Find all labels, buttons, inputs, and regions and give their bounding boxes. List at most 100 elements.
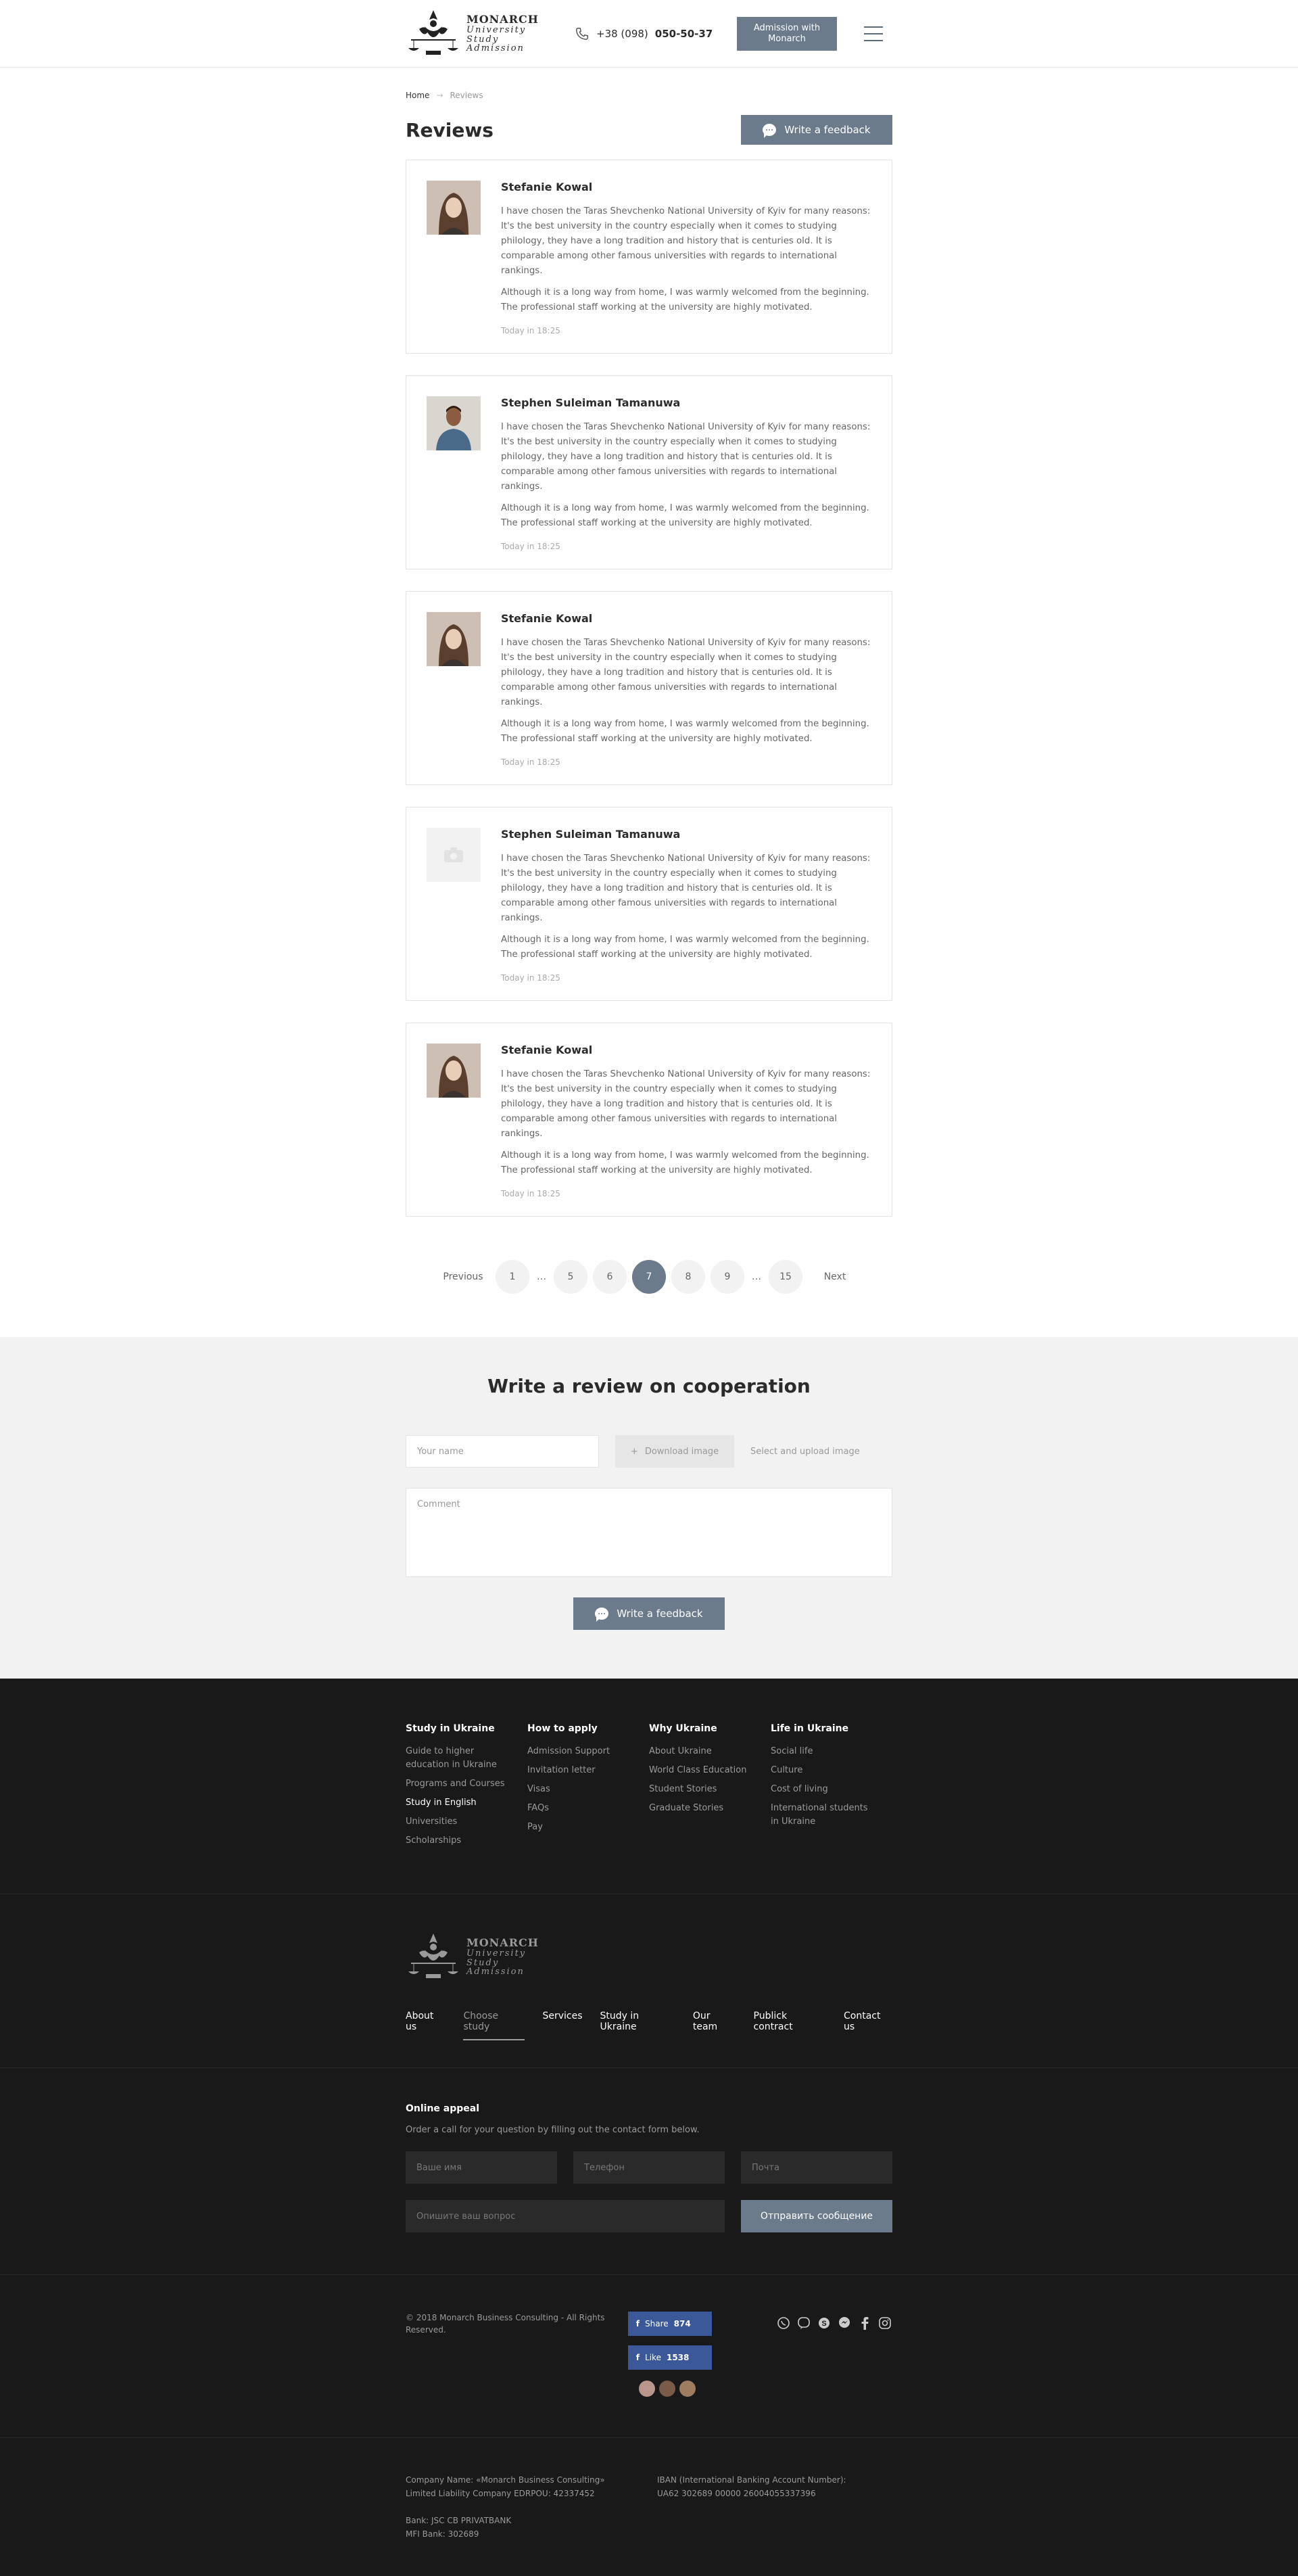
appeal-email-input[interactable]: Почта	[741, 2151, 892, 2184]
footer-nav-contact[interactable]: Contact us	[844, 2011, 892, 2040]
footer-link[interactable]: Invitation letter	[527, 1764, 629, 1777]
company-iban: UA62 302689 00000 26004055337396	[657, 2489, 816, 2498]
site-footer: Study in Ukraine Guide to higher educati…	[0, 1679, 1298, 2576]
chat-bubble-icon	[595, 1608, 609, 1622]
page-7-current[interactable]: 7	[632, 1260, 666, 1294]
logo-line-3: Study	[466, 1957, 500, 1968]
footer-link[interactable]: Guide to higher education in Ukraine	[406, 1745, 507, 1772]
footer-link[interactable]: Cost of living	[771, 1783, 872, 1796]
company-iban-label: IBAN (International Banking Account Numb…	[657, 2475, 846, 2485]
footer-nav-contract[interactable]: Publick contract	[754, 2011, 826, 2040]
download-image-button[interactable]: + Download image	[615, 1435, 734, 1468]
review-time: Today in 18:25	[501, 1189, 560, 1198]
footer-nav-study-ukraine[interactable]: Study in Ukraine	[600, 2011, 675, 2040]
page-8[interactable]: 8	[671, 1260, 705, 1294]
footer-link-active[interactable]: Study in English	[406, 1796, 507, 1810]
messenger-icon[interactable]	[837, 2316, 852, 2331]
footer-col-apply: How to apply Admission Support Invitatio…	[527, 1723, 649, 1853]
admission-button[interactable]: Admission with Monarch	[737, 17, 837, 51]
footer-link[interactable]: Pay	[527, 1821, 629, 1834]
review-paragraph-2: Although it is a long way from home, I w…	[501, 719, 869, 744]
appeal-submit-button[interactable]: Отправить сообщение	[741, 2200, 892, 2232]
review-card: Stephen Suleiman Tamanuwa I have chosen …	[406, 375, 892, 569]
avatar-photo-woman	[427, 1044, 481, 1098]
breadcrumb-home[interactable]: Home	[406, 91, 429, 100]
footer-link[interactable]: World Class Education	[649, 1764, 750, 1777]
chat-bubble-icon	[763, 124, 777, 138]
footer-link[interactable]: Scholarships	[406, 1834, 507, 1848]
footer-link[interactable]: FAQs	[527, 1802, 629, 1815]
footer-link[interactable]: Programs and Courses	[406, 1777, 507, 1791]
comment-textarea[interactable]: Comment	[406, 1488, 892, 1577]
footer-col-study: Study in Ukraine Guide to higher educati…	[406, 1723, 527, 1853]
facebook-icon: f	[635, 2353, 640, 2362]
page-15[interactable]: 15	[769, 1260, 802, 1294]
page-9[interactable]: 9	[711, 1260, 744, 1294]
company-mfi: MFI Bank: 302689	[406, 2529, 479, 2539]
footer-link[interactable]: Graduate Stories	[649, 1802, 750, 1815]
page-1[interactable]: 1	[496, 1260, 529, 1294]
logo-text: MONARCH University Study Admission	[466, 1936, 539, 1977]
review-paragraph-2: Although it is a long way from home, I w…	[501, 935, 869, 960]
site-header: MONARCH University Study Admission +38 (…	[0, 0, 1298, 68]
instagram-icon[interactable]	[878, 2316, 892, 2331]
footer-link[interactable]: Student Stories	[649, 1783, 750, 1796]
reviewer-name: Stephen Suleiman Tamanuwa	[501, 828, 681, 841]
facebook-icon: f	[635, 2319, 640, 2328]
footer-link[interactable]: Universities	[406, 1815, 507, 1829]
page-5[interactable]: 5	[554, 1260, 587, 1294]
footer-nav-choose-study[interactable]: Choose study	[463, 2011, 525, 2040]
footer-link[interactable]: Admission Support	[527, 1745, 629, 1758]
footer-link[interactable]: Social life	[771, 1745, 872, 1758]
phone-contact[interactable]: +38 (098) 050-50-37	[575, 26, 737, 41]
footer-nav-services[interactable]: Services	[542, 2011, 582, 2040]
whatsapp-icon[interactable]	[776, 2316, 791, 2331]
company-details: Company Name: «Monarch Business Consulti…	[406, 2438, 892, 2576]
write-feedback-label: Write a feedback	[784, 124, 871, 136]
menu-hamburger-icon[interactable]	[864, 26, 883, 41]
avatar	[637, 2379, 656, 2398]
reviewer-name: Stefanie Kowal	[501, 612, 593, 625]
footer-nav-team[interactable]: Our team	[693, 2011, 736, 2040]
logo-text: MONARCH University Study Admission	[466, 14, 539, 53]
plus-icon: +	[630, 1446, 638, 1457]
reviewer-name: Stefanie Kowal	[501, 1044, 593, 1056]
copyright: © 2018 Monarch Business Consulting - All…	[406, 2313, 605, 2335]
review-paragraph-1: I have chosen the Taras Shevchenko Natio…	[501, 206, 871, 276]
company-name: Company Name: «Monarch Business Consulti…	[406, 2475, 605, 2485]
footer-link[interactable]: Culture	[771, 1764, 872, 1777]
avatar-photo-woman	[427, 181, 481, 235]
facebook-share-button[interactable]: f Share 874	[627, 2312, 712, 2336]
facebook-icon[interactable]	[857, 2316, 872, 2331]
footer-link[interactable]: About Ukraine	[649, 1745, 750, 1758]
phone-prefix: +38 (098)	[596, 28, 648, 40]
name-input[interactable]: Your name	[406, 1435, 599, 1468]
footer-col-title: How to apply	[527, 1723, 598, 1734]
submit-feedback-button[interactable]: Write a feedback	[573, 1597, 725, 1630]
pagination-previous[interactable]: Previous	[436, 1271, 490, 1282]
page-6[interactable]: 6	[593, 1260, 627, 1294]
footer-link[interactable]: International students in Ukraine	[771, 1802, 872, 1829]
site-logo[interactable]: MONARCH University Study Admission	[406, 6, 575, 62]
footer-logo[interactable]: MONARCH University Study Admission	[406, 1929, 575, 1985]
skype-icon[interactable]: S	[817, 2316, 832, 2331]
pagination-next[interactable]: Next	[808, 1271, 862, 1282]
pagination-ellipsis: …	[537, 1271, 546, 1282]
write-feedback-button[interactable]: Write a feedback	[741, 115, 892, 145]
appeal-name-input[interactable]: Ваше имя	[406, 2151, 557, 2184]
logo-line-1: MONARCH	[466, 1936, 539, 1950]
review-card: Stephen Suleiman Tamanuwa I have chosen …	[406, 807, 892, 1001]
reviewer-name: Stefanie Kowal	[501, 181, 593, 193]
review-time: Today in 18:25	[501, 973, 560, 983]
footer-link[interactable]: Visas	[527, 1783, 629, 1796]
review-time: Today in 18:25	[501, 542, 560, 551]
facebook-like-button[interactable]: f Like 1538	[627, 2345, 712, 2370]
company-edrpou: Limited Liability Company EDRPOU: 423374…	[406, 2489, 595, 2498]
avatar	[427, 612, 481, 666]
main-content: Home → Reviews Reviews Write a feedback …	[406, 91, 892, 1294]
footer-nav-about[interactable]: About us	[406, 2011, 446, 2040]
appeal-phone-input[interactable]: Телефон	[573, 2151, 725, 2184]
appeal-question-input[interactable]: Опишите ваш вопрос	[406, 2200, 725, 2232]
viber-icon[interactable]	[796, 2316, 811, 2331]
avatar-placeholder	[427, 828, 481, 882]
